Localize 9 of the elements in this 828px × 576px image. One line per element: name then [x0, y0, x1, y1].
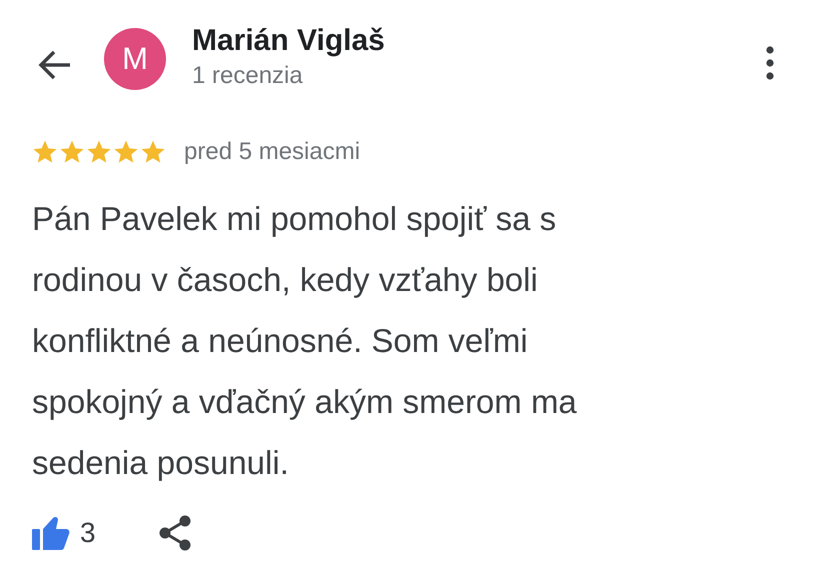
review-count: 1 recenzia	[192, 62, 304, 90]
review-time: pred 5 mesiacmi	[184, 138, 360, 166]
reviewer-name: Marián Viglaš	[192, 24, 385, 58]
review-text: Pán Pavelek mi pomohol spojiť sa s rodinou v časoch, kedy vzťahy boli konfliktné a neúnosné. Som veľmi spokojný a vďačný akým smerom ma sedenia posunuli.	[32, 199, 578, 483]
back-button[interactable]	[38, 50, 72, 80]
avatar: M	[104, 28, 166, 90]
share-button[interactable]	[158, 515, 192, 551]
like-button[interactable]: 3	[32, 516, 96, 550]
more-menu-button[interactable]	[766, 46, 774, 80]
